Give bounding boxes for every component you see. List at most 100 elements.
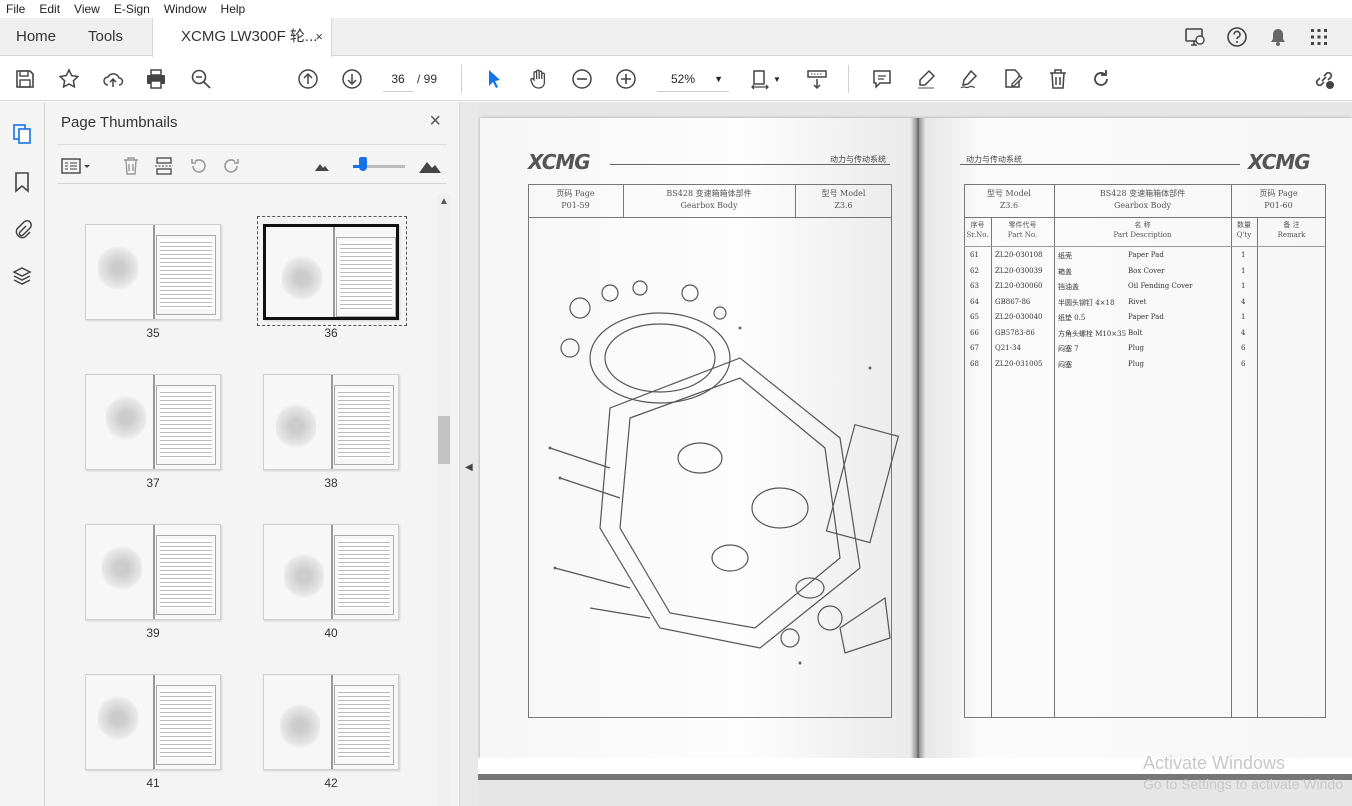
rotate-left-icon[interactable] [187,155,209,177]
page-thumbnail[interactable] [263,374,399,470]
page-fit-icon[interactable] [748,66,774,92]
page-thumbnail[interactable] [85,524,221,620]
redo-rotate-icon[interactable] [1088,66,1114,92]
menu-window[interactable]: Window [157,0,214,18]
col-remark-en: Remark [1277,231,1306,239]
page-thumbnail[interactable] [263,224,399,320]
parts-cell-qty: 1 [1241,313,1246,321]
parts-cell-no: 63 [970,282,979,290]
right-page-label: 页码 Page P01-60 [1231,188,1326,212]
notification-bell-icon[interactable] [1265,24,1291,50]
thumb-diagram [276,401,316,451]
parts-cell-no: 64 [970,297,979,306]
thumb-fold [153,675,155,769]
highlight-pen-icon[interactable] [913,66,939,92]
page-thumbnails-icon[interactable] [10,122,34,146]
right-page-frame [964,184,1326,718]
delete-trash-icon[interactable] [1045,66,1071,92]
tab-close-icon[interactable]: × [315,18,323,56]
insert-page-icon[interactable] [153,155,175,177]
left-part-title: BS428 变速箱箱体部件 Gearbox Body [623,188,795,212]
tab-tools[interactable]: Tools [88,18,123,56]
page-fit-dropdown-icon[interactable]: ▼ [772,66,782,92]
link-share-icon[interactable] [1311,66,1337,92]
scroll-mode-icon[interactable] [804,66,830,92]
table-column-divider [1231,218,1232,718]
col-qty-en: Q'ty [1236,231,1252,239]
print-icon[interactable] [143,66,169,92]
panel-close-icon[interactable]: × [429,110,441,133]
bookmark-star-icon[interactable] [56,66,82,92]
zoom-level-dropdown[interactable]: 52% ▼ [657,66,729,92]
document-viewer[interactable]: XCMG 动力与传动系统 页码 Page P01-59 BS428 变速箱箱体部件… [478,102,1352,806]
menu-file[interactable]: File [0,0,32,18]
thumbnail-scrollbar[interactable]: ▲ [437,194,451,806]
edit-document-icon[interactable] [1000,66,1026,92]
panel-collapse-handle[interactable]: ◀ [460,102,478,806]
tab-document[interactable]: XCMG LW300F 轮... × [152,18,332,57]
tab-home[interactable]: Home [16,18,56,56]
thumbnail-size-slider-handle[interactable] [359,157,367,171]
thumb-lines [190,539,212,609]
previous-page-icon[interactable] [295,66,321,92]
attachments-paperclip-icon[interactable] [10,217,34,241]
col-desc-cn: 名 称 [1134,221,1151,229]
comment-icon[interactable] [869,66,895,92]
scrollbar-thumb[interactable] [438,416,450,464]
parts-cell-part: Q21-34 [995,344,1021,352]
left-page-label-text: 页码 Page [556,189,595,198]
thumbnail-page-number: 39 [146,626,160,640]
layers-icon[interactable] [10,264,34,288]
left-page-number: P01-59 [561,201,590,210]
next-page-icon[interactable] [339,66,365,92]
parts-cell-no: 61 [970,251,979,259]
col-desc-en: Part Description [1113,231,1172,239]
parts-cell-en: Plug [1128,359,1144,368]
rotate-right-icon[interactable] [221,155,243,177]
xcmg-logo-right: XCMG [1248,150,1311,174]
thumbnail-page-number: 42 [324,776,338,790]
thumbnail-large-mountain-icon[interactable] [417,155,443,177]
hand-pan-icon[interactable] [525,66,551,92]
parts-cell-en: Paper Pad [1128,313,1164,321]
select-cursor-icon[interactable] [481,66,507,92]
zoom-out-icon[interactable] [569,66,595,92]
right-part-en: Gearbox Body [1113,201,1172,210]
upload-cloud-icon[interactable] [100,66,126,92]
draw-signature-icon[interactable] [956,66,982,92]
menu-esign[interactable]: E-Sign [107,0,157,18]
menu-edit[interactable]: Edit [32,0,67,18]
page-thumbnail[interactable] [263,524,399,620]
save-icon[interactable] [12,66,38,92]
menu-view[interactable]: View [67,0,107,18]
search-zoom-icon[interactable] [188,66,214,92]
zoom-in-icon[interactable] [613,66,639,92]
thumbnail-options-menu-icon[interactable] [61,155,91,177]
page-thumbnail[interactable] [85,224,221,320]
help-icon[interactable] [1224,24,1250,50]
parts-cell-no: 68 [970,359,979,368]
page-thumbnail[interactable] [85,374,221,470]
header-title-left: 动力与传动系统 [830,155,886,164]
delete-page-icon[interactable] [120,155,142,177]
parts-cell-en: Rivet [1128,297,1147,306]
scroll-up-icon[interactable]: ▲ [439,196,449,207]
apps-grid-icon[interactable] [1306,24,1332,50]
share-screen-icon[interactable] [1182,24,1208,50]
toolbar-divider [461,65,462,93]
bookmarks-icon[interactable] [10,170,34,194]
menu-help[interactable]: Help [214,0,253,18]
thumb-lines [190,389,212,459]
thumb-lines [368,689,390,759]
page-number-input[interactable]: 36 [383,66,413,92]
thumb-lines [338,689,368,759]
right-part-title: BS428 变速箱箱体部件 Gearbox Body [1054,188,1231,212]
parts-cell-cn: 闷塞 [1058,360,1072,369]
page-thumbnail[interactable] [85,674,221,770]
parts-cell-part: ZL20-030060 [995,282,1043,290]
thumbnail-small-mountain-icon[interactable] [311,155,333,177]
page-thumbnail[interactable] [263,674,399,770]
page-total: / 99 [417,72,438,86]
parts-cell-no: 62 [970,266,979,275]
tab-bar: Home Tools XCMG LW300F 轮... × [0,18,1352,57]
